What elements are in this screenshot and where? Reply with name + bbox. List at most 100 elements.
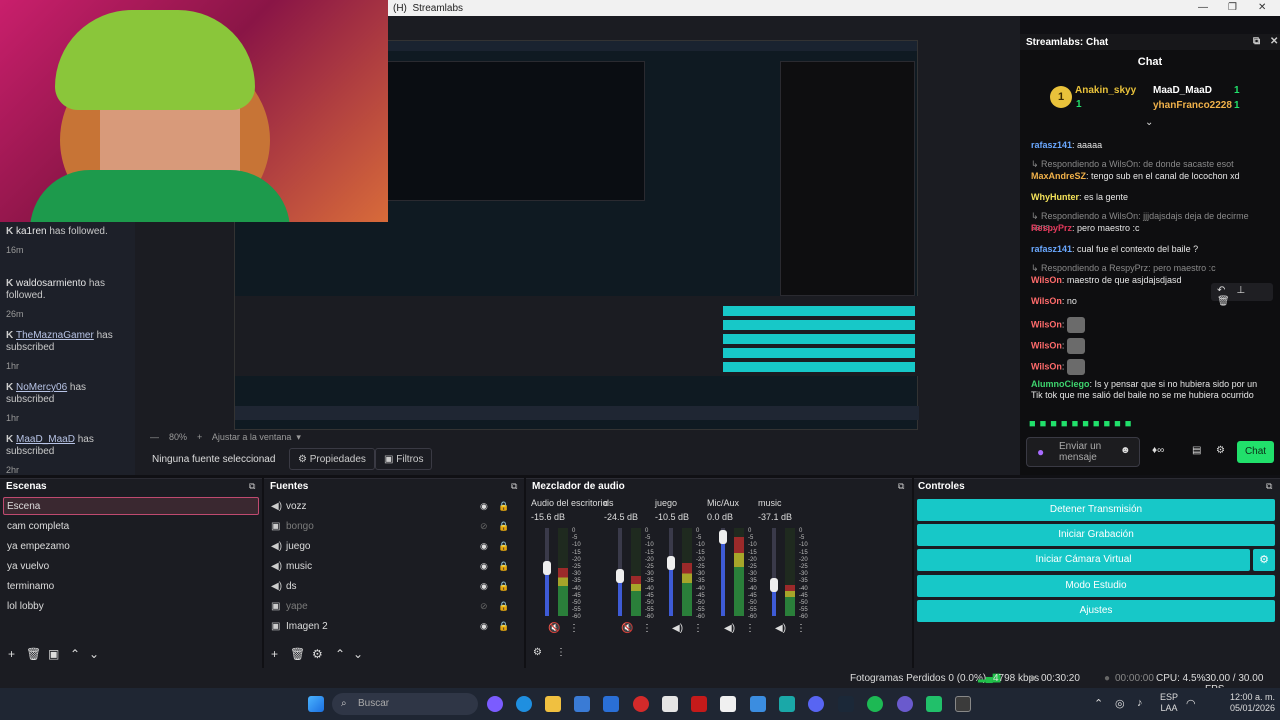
speaker-muted-icon[interactable]: 🔇	[621, 623, 633, 634]
copilot-icon[interactable]	[487, 696, 503, 712]
stop-stream-button[interactable]: Detener Transmisión	[917, 499, 1275, 521]
source-item[interactable]: ds	[286, 581, 297, 592]
remove-source-icon[interactable]: 🗑	[290, 647, 305, 661]
fader-knob[interactable]	[543, 561, 551, 575]
store-icon[interactable]: ▤	[1192, 445, 1201, 456]
channel-menu-icon[interactable]: ⋮	[693, 623, 703, 634]
emoji-icon[interactable]: ☻	[1120, 445, 1131, 456]
source-item[interactable]: yape	[286, 601, 308, 612]
properties-button[interactable]: ⚙ Propiedades	[289, 448, 375, 470]
twitch-icon[interactable]	[897, 696, 913, 712]
chat-username[interactable]: WilsOn	[1031, 319, 1062, 329]
tray-chevron-icon[interactable]: ⌃	[1094, 697, 1103, 710]
scene-item[interactable]: ya empezamo	[7, 541, 70, 552]
eye-icon[interactable]: ◉	[480, 561, 488, 572]
chat-username[interactable]: AlumnoCiego	[1031, 379, 1090, 389]
opera-icon[interactable]	[633, 696, 649, 712]
chat-username[interactable]: RespyPrz	[1031, 223, 1072, 233]
taskbar-search[interactable]: Buscar	[332, 693, 478, 715]
streamlabs-icon[interactable]	[926, 696, 942, 712]
fit-window-label[interactable]: Ajustar a la ventana	[212, 432, 292, 442]
scene-item[interactable]: terminamo	[7, 581, 54, 592]
filters-button[interactable]: ▣ Filtros	[375, 448, 433, 470]
eye-icon[interactable]: ◉	[480, 541, 488, 552]
discord-icon[interactable]	[808, 696, 824, 712]
source-item[interactable]: music	[286, 561, 312, 572]
remove-scene-icon[interactable]: 🗑	[26, 647, 41, 661]
mic-tray-icon[interactable]: ♪	[1137, 697, 1143, 709]
activity-user[interactable]: MaaD_MaaD	[16, 434, 75, 445]
move-up-icon[interactable]: ⌃	[335, 647, 345, 661]
source-item[interactable]: Imagen 2	[286, 621, 328, 632]
add-source-icon[interactable]: +	[271, 647, 278, 661]
start-virtual-cam-button[interactable]: Iniciar Cámara Virtual	[917, 549, 1250, 571]
chat-send-button[interactable]: Chat	[1237, 441, 1274, 463]
maximize-icon[interactable]: ❐	[1228, 2, 1237, 13]
fader-knob[interactable]	[770, 578, 778, 592]
scene-filter-icon[interactable]: ▣	[48, 647, 59, 661]
scene-item[interactable]: lol lobby	[7, 601, 44, 612]
studio-mode-button[interactable]: Modo Estudio	[917, 575, 1275, 597]
chat-username[interactable]: WilsOn	[1031, 296, 1062, 306]
popout-icon[interactable]: ⧉	[898, 481, 904, 492]
start-recording-button[interactable]: Iniciar Grabación	[917, 524, 1275, 546]
store-icon[interactable]	[574, 696, 590, 712]
lock-icon[interactable]: 🔒	[498, 501, 509, 512]
speaker-muted-icon[interactable]: 🔇	[548, 623, 560, 634]
speaker-icon[interactable]: ◀)	[724, 623, 735, 634]
chat-username[interactable]: WilsOn	[1031, 340, 1062, 350]
scene-item[interactable]: cam completa	[7, 521, 69, 532]
eye-icon[interactable]: ◉	[480, 621, 488, 632]
file-explorer-icon[interactable]	[545, 696, 561, 712]
leader-name[interactable]: Anakin_skyy	[1075, 85, 1136, 96]
eye-off-icon[interactable]: ⊘	[480, 601, 488, 612]
lock-icon[interactable]: 🔒	[498, 581, 509, 592]
channel-menu-icon[interactable]: ⋮	[569, 623, 579, 634]
source-settings-icon[interactable]: ⚙	[312, 647, 323, 661]
lock-icon[interactable]: 🔒	[498, 601, 509, 612]
lock-icon[interactable]: 🔒	[498, 521, 509, 532]
snip-icon[interactable]	[662, 696, 678, 712]
language-indicator[interactable]: ESP LAA	[1160, 692, 1178, 714]
steam-icon[interactable]	[838, 696, 854, 712]
popout-icon[interactable]: ⧉	[1253, 36, 1260, 47]
fader-knob[interactable]	[616, 569, 624, 583]
channel-menu-icon[interactable]: ⋮	[745, 623, 755, 634]
zoom-out-icon[interactable]: —	[150, 432, 159, 442]
pdf-icon[interactable]	[720, 696, 736, 712]
eye-icon[interactable]: ◉	[480, 501, 488, 512]
chat-username[interactable]: WhyHunter	[1031, 192, 1079, 202]
edge-icon[interactable]	[516, 696, 532, 712]
close-chat-icon[interactable]: ✕	[1270, 36, 1278, 47]
lock-icon[interactable]: 🔒	[498, 561, 509, 572]
mixer-settings-icon[interactable]: ⚙	[533, 647, 542, 658]
tray-app-icon[interactable]: ◎	[1115, 697, 1125, 710]
app-icon[interactable]	[750, 696, 766, 712]
scene-item[interactable]: ya vuelvo	[7, 561, 49, 572]
settings-button[interactable]: Ajustes	[917, 600, 1275, 622]
eye-off-icon[interactable]: ⊘	[480, 521, 488, 532]
lock-icon[interactable]: 🔒	[498, 541, 509, 552]
leader-name[interactable]: MaaD_MaaD	[1153, 85, 1212, 96]
move-up-icon[interactable]: ⌃	[70, 647, 80, 661]
chat-username[interactable]: rafasz141	[1031, 140, 1072, 150]
activity-user[interactable]: TheMaznaGamer	[16, 330, 94, 341]
eye-icon[interactable]: ◉	[480, 581, 488, 592]
close-icon[interactable]: ✕	[1258, 2, 1266, 13]
clock[interactable]: 12:00 a. m. 05/01/2026	[1195, 692, 1275, 714]
emote-bar[interactable]: ■■■■■■■■■■	[1029, 418, 1269, 430]
add-scene-icon[interactable]: +	[8, 647, 15, 661]
zoom-in-icon[interactable]: +	[197, 432, 202, 442]
channel-menu-icon[interactable]: ⋮	[642, 623, 652, 634]
leader-name[interactable]: yhanFranco2228	[1153, 100, 1232, 111]
move-down-icon[interactable]: ⌄	[353, 647, 363, 661]
channel-menu-icon[interactable]: ⋮	[796, 623, 806, 634]
obs-icon[interactable]	[955, 696, 971, 712]
speaker-icon[interactable]: ◀)	[775, 623, 786, 634]
activity-user[interactable]: NoMercy06	[16, 382, 67, 393]
popout-icon[interactable]: ⧉	[511, 481, 517, 492]
pin-icon[interactable]: ⊥	[1237, 285, 1246, 296]
settings-icon[interactable]: ⚙	[1216, 445, 1225, 456]
popout-icon[interactable]: ⧉	[249, 481, 255, 492]
app-icon[interactable]	[779, 696, 795, 712]
